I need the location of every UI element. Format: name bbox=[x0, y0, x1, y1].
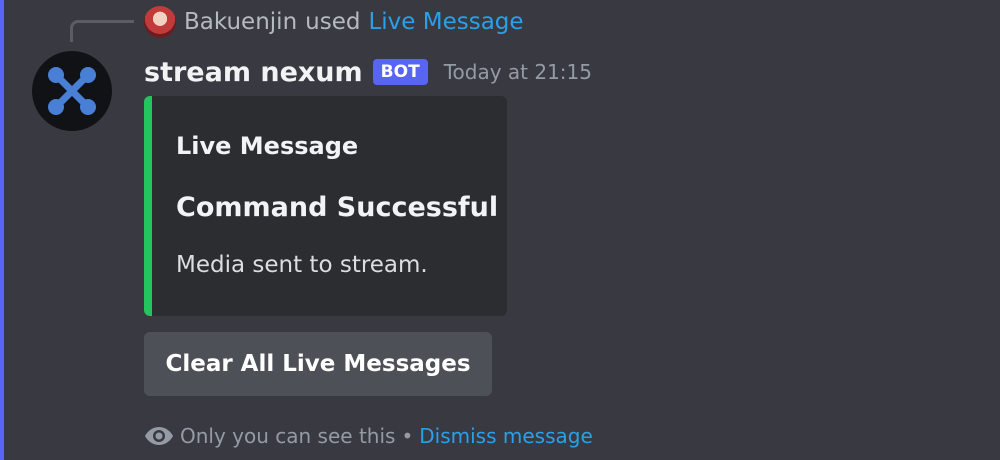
reply-command-name[interactable]: Live Message bbox=[368, 9, 523, 35]
nexum-logo-icon bbox=[48, 67, 96, 115]
ephemeral-text: Only you can see this bbox=[180, 424, 396, 448]
dismiss-message-link[interactable]: Dismiss message bbox=[419, 424, 593, 448]
clear-all-live-messages-button[interactable]: Clear All Live Messages bbox=[144, 332, 492, 396]
embed-accent-bar bbox=[144, 96, 152, 316]
embed-author: Live Message bbox=[176, 132, 359, 160]
reply-used-text: used bbox=[305, 9, 361, 35]
interaction-reference[interactable]: Bakuenjin used Live Message bbox=[144, 5, 524, 39]
reply-user-avatar[interactable] bbox=[144, 6, 176, 38]
eye-icon bbox=[145, 427, 173, 445]
ephemeral-notice: Only you can see this • Dismiss message bbox=[144, 420, 593, 452]
message-highlight-bar bbox=[0, 0, 4, 460]
ephemeral-separator: • bbox=[401, 424, 414, 448]
embed-title: Command Successful bbox=[176, 192, 499, 223]
message-timestamp: Today at 21:15 bbox=[443, 60, 592, 84]
embed-description: Media sent to stream. bbox=[176, 252, 428, 278]
message-embed: Live Message Command Successful Media se… bbox=[144, 96, 507, 316]
bot-tag: BOT bbox=[372, 59, 428, 85]
reply-username[interactable]: Bakuenjin bbox=[184, 9, 297, 35]
bot-avatar[interactable] bbox=[32, 51, 112, 131]
message-author[interactable]: stream nexum bbox=[144, 57, 363, 88]
message-header: stream nexum BOT Today at 21:15 bbox=[144, 52, 592, 92]
reply-spine bbox=[70, 20, 134, 42]
